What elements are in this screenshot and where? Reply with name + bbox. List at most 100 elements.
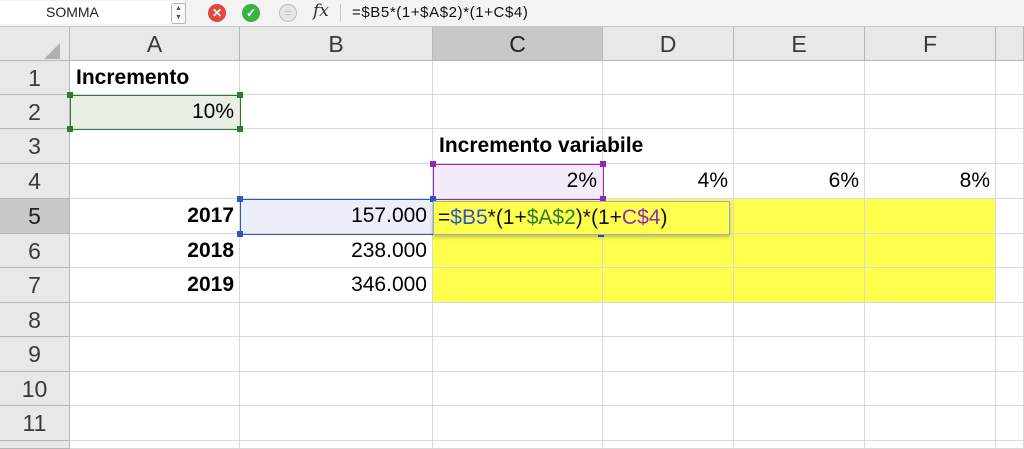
row-header-11[interactable]: 11 [0,406,70,441]
column-header-f[interactable]: F [865,27,996,61]
column-header-b[interactable]: B [240,27,433,61]
row-header-3[interactable]: 3 [0,129,70,164]
grid-cell[interactable] [734,129,865,164]
ref-handle-c4-tl[interactable] [430,161,436,167]
grid-cell[interactable] [240,164,433,199]
function-wizard-icon[interactable]: = [279,4,297,22]
cell-b6[interactable]: 238.000 [240,234,433,268]
grid-cell[interactable] [433,337,603,372]
grid-cell[interactable] [734,95,865,129]
row-header-9[interactable]: 9 [0,337,70,372]
ref-handle-a2-tl[interactable] [67,92,73,98]
grid-cell[interactable] [734,303,865,337]
grid-cell[interactable] [433,372,603,406]
ref-handle-c4-tr[interactable] [600,161,606,167]
cell-e4[interactable]: 6% [734,164,865,199]
grid-cell[interactable] [734,337,865,372]
cell-f4[interactable]: 8% [865,164,996,199]
grid-cell[interactable] [603,61,734,95]
grid-cell[interactable] [996,406,1024,441]
cell-edit-box[interactable]: =$B5*(1+$A$2)*(1+C$4) [433,201,730,235]
ref-handle-b5-tl[interactable] [237,196,243,202]
grid-cell[interactable] [433,441,603,449]
grid-cell[interactable] [603,303,734,337]
grid-cell[interactable] [865,61,996,95]
column-header-c[interactable]: C [433,27,603,61]
grid-cell[interactable] [603,406,734,441]
grid-cell[interactable] [996,303,1024,337]
grid-cell[interactable] [240,406,433,441]
grid-cell[interactable] [865,95,996,129]
grid-cell[interactable] [996,234,1024,268]
grid-cell[interactable] [70,441,240,449]
grid-cell[interactable] [734,372,865,406]
grid-cell[interactable] [603,234,734,268]
cell-a5[interactable]: 2017 [70,199,240,234]
grid-cell[interactable] [70,337,240,372]
row-header-5[interactable]: 5 [0,199,70,234]
grid-cell[interactable] [433,61,603,95]
grid-cell[interactable] [70,372,240,406]
row-header-6[interactable]: 6 [0,234,70,268]
grid-cell[interactable] [240,61,433,95]
name-box-stepper-icon[interactable]: ▲ ▼ [171,3,186,24]
cell-c3[interactable]: Incremento variabile [433,129,693,164]
grid-cell[interactable] [240,95,433,129]
cancel-icon[interactable]: ✕ [208,4,226,22]
grid-cell[interactable] [734,441,865,449]
grid-cell[interactable] [865,268,996,303]
grid-cell[interactable] [70,303,240,337]
ref-handle-a2-tr[interactable] [237,92,243,98]
grid-cell[interactable] [865,441,996,449]
edit-ref-a2[interactable]: $A$2 [527,206,576,229]
grid-cell[interactable] [433,406,603,441]
grid-cell[interactable] [734,234,865,268]
grid-cell[interactable] [996,199,1024,234]
grid-cell[interactable] [603,441,734,449]
grid-cell[interactable] [865,303,996,337]
grid-cell[interactable] [996,61,1024,95]
grid-cell[interactable] [70,129,240,164]
grid-cell[interactable] [996,129,1024,164]
column-header-a[interactable]: A [70,27,240,61]
grid-cell[interactable] [865,129,996,164]
column-header-e[interactable]: E [734,27,865,61]
row-header-2[interactable]: 2 [0,95,70,129]
grid-cell[interactable] [603,372,734,406]
edit-ref-b5[interactable]: $B5 [450,206,487,229]
ref-handle-a2-bl[interactable] [67,126,73,132]
fx-icon[interactable]: fx [313,1,329,21]
grid-cell[interactable] [240,337,433,372]
edit-ref-c4[interactable]: C$4 [622,206,661,229]
grid-cell[interactable] [734,199,865,234]
grid-cell[interactable] [996,337,1024,372]
grid-cell[interactable] [240,303,433,337]
formula-input[interactable]: =$B5*(1+$A$2)*(1+C$4) [352,2,528,24]
ref-handle-a2-br[interactable] [237,126,243,132]
grid-cell[interactable] [734,406,865,441]
grid-cell[interactable] [240,129,433,164]
grid-cell[interactable] [70,164,240,199]
ref-handle-b5-bl[interactable] [237,231,243,237]
grid-cell[interactable] [433,268,603,303]
row-header-8[interactable]: 8 [0,303,70,337]
grid-cell[interactable] [240,441,433,449]
grid-cell[interactable] [996,95,1024,129]
grid-cell[interactable] [865,406,996,441]
grid-cell[interactable] [865,234,996,268]
grid-cell[interactable] [603,95,734,129]
row-header-7[interactable]: 7 [0,268,70,303]
grid-cell[interactable] [865,199,996,234]
grid-cell[interactable] [603,268,734,303]
grid-cell[interactable] [433,303,603,337]
row-header-4[interactable]: 4 [0,164,70,199]
grid-cell[interactable] [996,268,1024,303]
cell-a7[interactable]: 2019 [70,268,240,303]
grid-cell[interactable] [996,164,1024,199]
column-header-d[interactable]: D [603,27,734,61]
grid-cell[interactable] [865,337,996,372]
cell-a6[interactable]: 2018 [70,234,240,268]
cell-d4[interactable]: 4% [603,164,734,199]
grid-cell[interactable] [433,95,603,129]
grid-cell[interactable] [240,372,433,406]
